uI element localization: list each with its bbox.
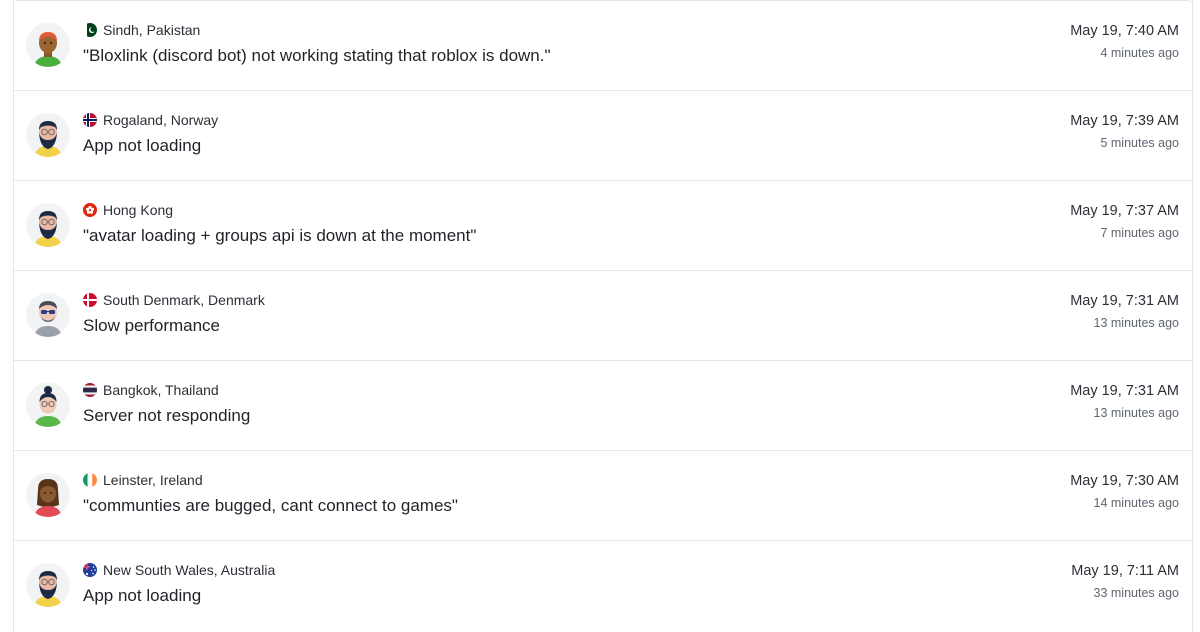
report-relative-time: 7 minutes ago — [1100, 226, 1179, 240]
report-location-label: Rogaland, Norway — [103, 112, 219, 128]
reports-list: Sindh, Pakistan "Bloxlink (discord bot) … — [13, 0, 1193, 632]
report-time: May 19, 7:37 AM — [1070, 203, 1179, 219]
report-time: May 19, 7:30 AM — [1070, 473, 1179, 489]
report-time: May 19, 7:40 AM — [1070, 23, 1179, 39]
report-message: "communties are bugged, cant connect to … — [83, 496, 458, 515]
report-relative-time: 14 minutes ago — [1093, 496, 1179, 510]
report-location: South Denmark, Denmark — [83, 292, 265, 308]
report-relative-time: 33 minutes ago — [1093, 586, 1179, 600]
report-row: Leinster, Ireland "communties are bugged… — [14, 450, 1192, 540]
australia-flag-icon — [83, 563, 97, 577]
report-location: Rogaland, Norway — [83, 112, 218, 128]
report-row: Hong Kong "avatar loading + groups api i… — [14, 180, 1192, 270]
report-relative-time: 13 minutes ago — [1093, 316, 1179, 330]
report-row: Sindh, Pakistan "Bloxlink (discord bot) … — [14, 0, 1192, 90]
report-location: Leinster, Ireland — [83, 472, 203, 488]
report-message: "avatar loading + groups api is down at … — [83, 226, 477, 245]
report-time: May 19, 7:11 AM — [1071, 563, 1179, 579]
avatar-bearded-glasses-yellow-shirt-icon — [26, 563, 70, 607]
ireland-flag-icon — [83, 473, 97, 487]
avatar-bald-orange-green-shirt-icon — [26, 23, 70, 67]
report-row: South Denmark, Denmark Slow performance … — [14, 270, 1192, 360]
report-location: New South Wales, Australia — [83, 562, 275, 578]
report-location-label: New South Wales, Australia — [103, 562, 276, 578]
avatar-sunglasses-grey-shirt-icon — [26, 293, 70, 337]
report-location-label: Leinster, Ireland — [103, 472, 203, 488]
report-relative-time: 13 minutes ago — [1093, 406, 1179, 420]
norway-flag-icon — [83, 113, 97, 127]
report-message: Slow performance — [83, 316, 221, 335]
report-message: App not loading — [83, 586, 202, 605]
report-location-label: Bangkok, Thailand — [103, 382, 219, 398]
avatar-bearded-glasses-yellow-shirt-icon — [26, 203, 70, 247]
thailand-flag-icon — [83, 383, 97, 397]
report-location-label: Sindh, Pakistan — [103, 22, 201, 38]
report-message: App not loading — [83, 136, 202, 155]
report-time: May 19, 7:39 AM — [1070, 113, 1179, 129]
denmark-flag-icon — [83, 293, 97, 307]
report-relative-time: 4 minutes ago — [1100, 46, 1179, 60]
report-time: May 19, 7:31 AM — [1070, 293, 1179, 309]
report-location: Hong Kong — [83, 202, 173, 218]
report-location: Sindh, Pakistan — [83, 22, 200, 38]
report-row: Rogaland, Norway App not loading May 19,… — [14, 90, 1192, 180]
pakistan-flag-icon — [83, 23, 97, 37]
report-location-label: Hong Kong — [103, 202, 174, 218]
avatar-long-hair-red-shirt-icon — [26, 473, 70, 517]
report-relative-time: 5 minutes ago — [1100, 136, 1179, 150]
avatar-bun-glasses-green-shirt-icon — [26, 383, 70, 427]
hong-kong-flag-icon — [83, 203, 97, 217]
report-location-label: South Denmark, Denmark — [103, 292, 265, 308]
avatar-bearded-glasses-yellow-shirt-icon — [26, 113, 70, 157]
report-time: May 19, 7:31 AM — [1070, 383, 1179, 399]
report-row: Bangkok, Thailand Server not responding … — [14, 360, 1192, 450]
report-row: New South Wales, Australia App not loadi… — [14, 540, 1192, 630]
report-message: "Bloxlink (discord bot) not working stat… — [83, 46, 551, 65]
report-location: Bangkok, Thailand — [83, 382, 219, 398]
report-message: Server not responding — [83, 406, 251, 425]
